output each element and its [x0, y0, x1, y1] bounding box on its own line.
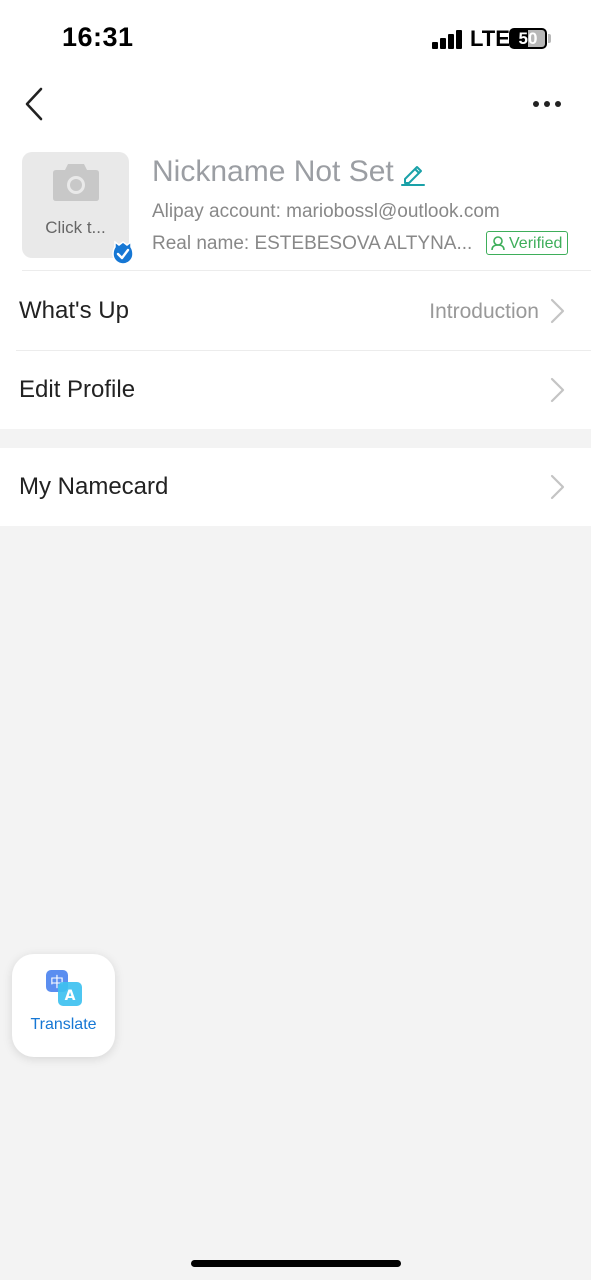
status-time: 16:31	[62, 22, 134, 52]
person-icon	[491, 236, 505, 251]
pencil-icon	[401, 166, 425, 186]
back-button[interactable]	[20, 86, 54, 122]
row-my-namecard[interactable]: My Namecard	[0, 448, 591, 526]
verified-badge-icon	[112, 240, 134, 264]
translate-label: Translate	[30, 1016, 97, 1033]
chevron-right-icon	[550, 298, 565, 324]
more-button[interactable]	[528, 92, 568, 116]
avatar-label: Click t...	[45, 218, 106, 237]
section-gap	[0, 429, 591, 448]
camera-icon	[53, 164, 99, 201]
battery-tip	[548, 34, 551, 43]
row-whats-up[interactable]: What's Up Introduction	[0, 271, 591, 350]
verified-badge: Verified	[486, 231, 569, 255]
translate-icon: 中 A	[46, 970, 82, 1006]
verified-label: Verified	[509, 234, 563, 252]
translate-button[interactable]: 中 A Translate	[12, 954, 115, 1057]
row-edit-profile[interactable]: Edit Profile	[0, 351, 591, 429]
home-indicator[interactable]	[191, 1260, 401, 1267]
chevron-right-icon	[550, 474, 565, 500]
more-horizontal-icon	[533, 101, 561, 107]
battery-icon: 50	[509, 28, 547, 49]
row-label: Edit Profile	[19, 376, 136, 403]
network-type: LTE	[470, 26, 510, 51]
battery-level: 50	[518, 29, 538, 48]
svg-text:A: A	[65, 988, 76, 1004]
signal-icon	[432, 30, 464, 49]
chevron-right-icon	[550, 377, 565, 403]
row-value: Introduction	[429, 300, 539, 323]
nickname: Nickname Not Set	[152, 155, 394, 188]
row-label: My Namecard	[19, 473, 169, 500]
edit-nickname-button[interactable]	[399, 159, 427, 187]
profile-screen: 16:31 LTE 50 Click t... Nickname Not Set…	[0, 0, 591, 1280]
real-name: Real name: ESTEBESOVA ALTYNA...	[152, 233, 473, 254]
row-label: What's Up	[19, 297, 129, 324]
alipay-account: Alipay account: mariobossl@outlook.com	[152, 201, 500, 222]
chevron-left-icon	[25, 87, 43, 121]
